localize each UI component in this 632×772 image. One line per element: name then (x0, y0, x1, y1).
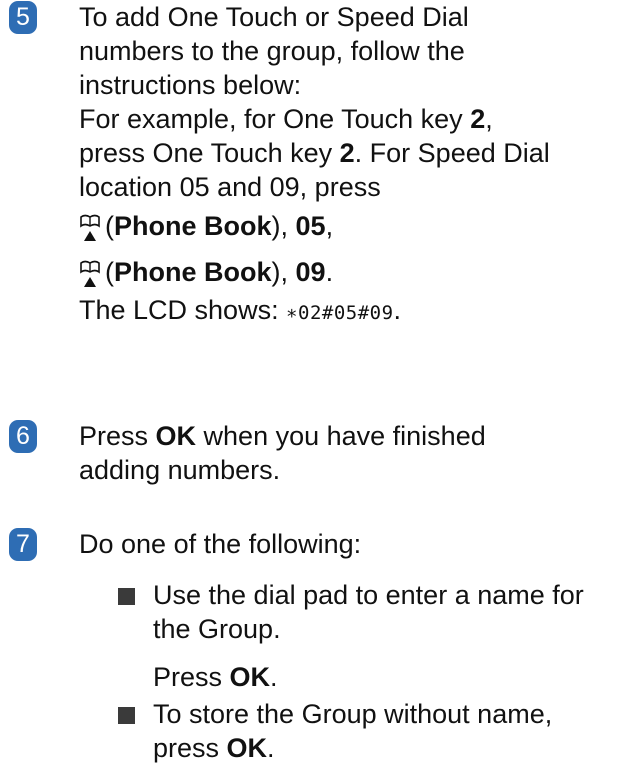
lcd-end: . (393, 295, 402, 325)
step-5-line-6: location 05 and 09, press (79, 172, 381, 202)
step-5-line-2: numbers to the group, follow the (79, 36, 465, 66)
step-5-line-4: For example, for One Touch key 2, (79, 102, 629, 136)
bullet-1-line-2: the Group. (153, 614, 281, 644)
step-6-line-1-tail: when you have finished (196, 421, 486, 451)
step-7-line-1: Do one of the following: (79, 529, 362, 559)
step-5-line-8: (Phone Book), 09. (79, 255, 629, 297)
bullet-2-line-1: To store the Group without name, (153, 699, 553, 729)
step-5-line-5-text: press One Touch key (79, 138, 340, 168)
step-5-line-8-mid: ), (271, 257, 296, 287)
bullet-1-press: Press OK. (118, 660, 630, 694)
step-5-line-7: (Phone Book), 05, (79, 209, 629, 251)
step-5-line-8-open: ( (105, 257, 114, 287)
step-5-line-1: To add One Touch or Speed Dial (79, 2, 469, 32)
bullet-square-icon (118, 588, 135, 605)
phone-book-icon (79, 213, 101, 251)
bullet-2-press-text: press (153, 733, 227, 763)
step-5-line-8-end: . (325, 257, 334, 287)
step-5-line-4-text: For example, for One Touch key (79, 104, 471, 134)
ok-key-label-2: OK (229, 662, 271, 692)
lcd-display-code: ∗02#05#09 (286, 302, 394, 324)
phone-book-label: Phone Book (114, 211, 272, 241)
phone-book-icon (79, 259, 101, 297)
step-7-bullet-2: To store the Group without name, press O… (118, 697, 630, 765)
one-touch-key-value-2: 2 (339, 138, 355, 168)
step-5-line-7-mid: ), (271, 211, 296, 241)
step-5-content: To add One Touch or Speed Dial numbers t… (79, 0, 629, 330)
manual-page: 5 To add One Touch or Speed Dial numbers… (0, 0, 632, 772)
step-5-line-7-open: ( (105, 211, 114, 241)
step-6-content: Press OK when you have finished adding n… (79, 419, 629, 487)
bullet-2-press-end: . (267, 733, 275, 763)
step-5-line-5-tail: . For Speed Dial (354, 138, 550, 168)
step-6-press: Press (79, 421, 156, 451)
bullet-1-press-end: . (270, 662, 278, 692)
step-5-line-3: instructions below: (79, 70, 302, 100)
lcd-label: The LCD shows: (79, 295, 287, 325)
bullet-1-line-1: Use the dial pad to enter a name for (153, 580, 584, 610)
bullet-1-press-text: Press (153, 662, 230, 692)
step-5-badge: 5 (9, 1, 37, 34)
step-6-line-2: adding numbers. (79, 455, 281, 485)
one-touch-key-value: 2 (470, 104, 486, 134)
step-5-line-4-punct: , (485, 104, 493, 134)
step-5-line-7-end: , (325, 211, 334, 241)
ok-key-label-3: OK (226, 733, 268, 763)
speed-dial-05: 05 (295, 211, 326, 241)
step-7-content: Do one of the following: (79, 527, 629, 561)
speed-dial-09: 09 (295, 257, 326, 287)
step-7-bullet-1: Use the dial pad to enter a name for the… (118, 578, 630, 694)
step-7-badge: 7 (9, 528, 37, 561)
step-6-badge: 6 (9, 420, 37, 453)
step-5-line-9: The LCD shows: ∗02#05#09. (79, 293, 629, 330)
bullet-2-press: press OK. (118, 731, 630, 765)
step-6-line-1: Press OK when you have finished (79, 419, 629, 453)
ok-key-label: OK (155, 421, 197, 451)
bullet-square-icon (118, 707, 135, 724)
phone-book-label-2: Phone Book (114, 257, 272, 287)
step-5-line-5: press One Touch key 2. For Speed Dial (79, 136, 629, 170)
